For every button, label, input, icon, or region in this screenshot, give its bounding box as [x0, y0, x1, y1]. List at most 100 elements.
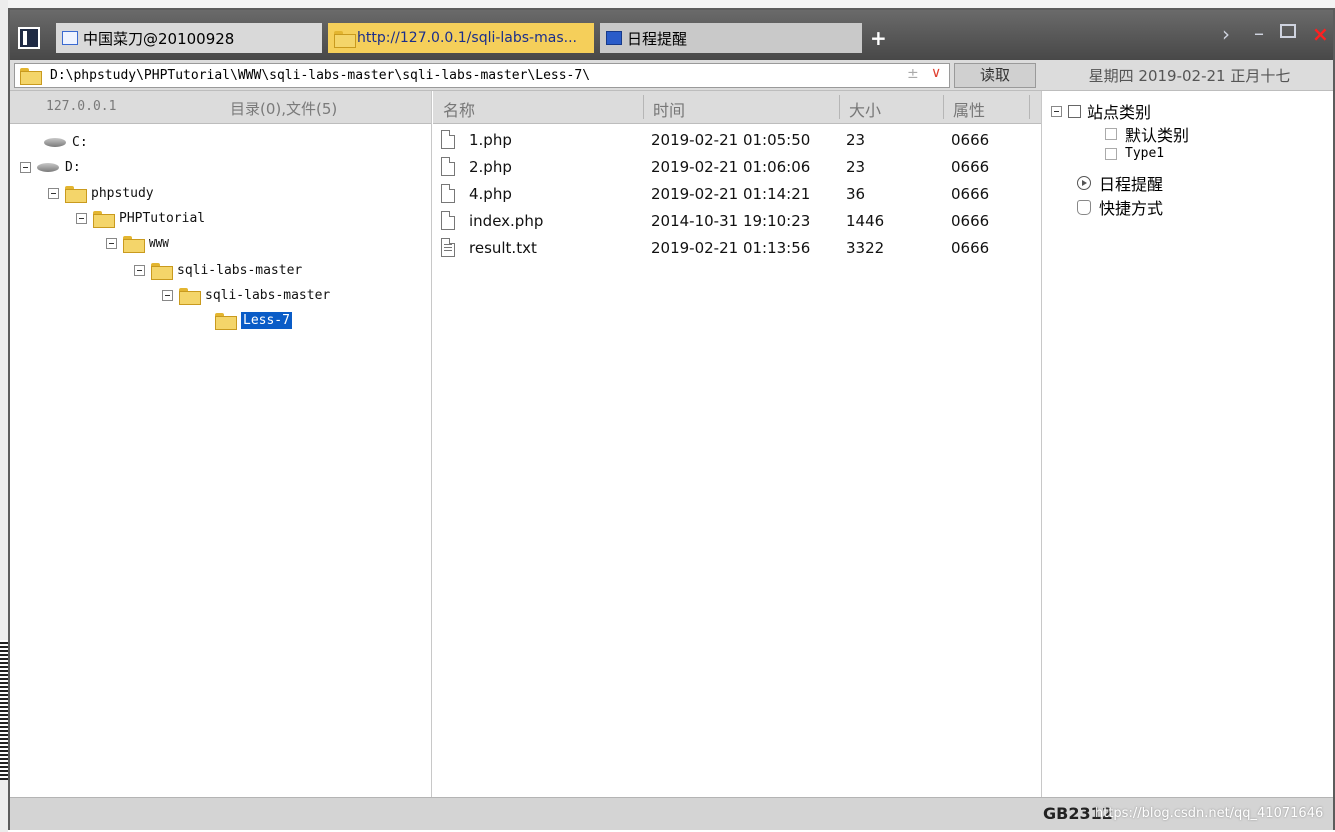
plus-minus-icon[interactable]: ±	[907, 66, 919, 82]
next-tab-icon[interactable]: ›	[1222, 23, 1230, 45]
column-size[interactable]: 大小	[849, 97, 881, 121]
tree-node-site-category[interactable]: 站点类别	[1051, 99, 1151, 123]
tree-node-sqli-labs-master[interactable]: sqli-labs-master	[134, 260, 302, 280]
drive-icon	[37, 162, 59, 172]
file-attr: 0666	[951, 185, 990, 203]
file-attr: 0666	[951, 131, 990, 149]
tab-chopper[interactable]: 中国菜刀@20100928	[56, 23, 322, 53]
column-separator[interactable]	[643, 95, 644, 119]
background-fragment	[0, 640, 8, 780]
drive-icon	[44, 137, 66, 147]
file-name: index.php	[469, 212, 544, 230]
tree-node-label: PHPTutorial	[119, 210, 206, 226]
tree-node-label: phpstudy	[91, 185, 154, 201]
tab-label: 日程提醒	[627, 29, 688, 48]
tree-node-c-drive[interactable]: C:	[44, 132, 88, 152]
tab-schedule[interactable]: 日程提醒	[600, 23, 862, 53]
tab-label: http://127.0.0.1/sqli-labs-mas...	[357, 30, 577, 46]
tree-node-less-7[interactable]: Less-7	[215, 310, 292, 330]
tree-node-schedule[interactable]: 日程提醒	[1077, 171, 1163, 195]
site-category-pane: 站点类别 默认类别 Type1 日程提醒 快捷方式	[1043, 91, 1333, 797]
collapse-icon[interactable]	[20, 161, 31, 173]
file-row[interactable]: 1.php 2019-02-21 01:05:50 23 0666	[433, 128, 1042, 155]
file-name: 2.php	[469, 158, 512, 176]
folder-icon	[65, 185, 87, 203]
address-row: D:\phpstudy\PHPTutorial\WWW\sqli-labs-ma…	[10, 60, 1333, 91]
dropdown-caret-icon[interactable]: ∨	[931, 65, 941, 81]
tree-node-type1[interactable]: Type1	[1105, 146, 1164, 161]
folder-icon	[20, 68, 42, 85]
tab-url[interactable]: http://127.0.0.1/sqli-labs-mas...	[328, 23, 594, 53]
calendar-icon	[606, 31, 622, 45]
tree-node-default-category[interactable]: 默认类别	[1105, 122, 1189, 146]
file-icon	[441, 211, 455, 230]
collapse-icon[interactable]	[134, 264, 145, 276]
file-name: 4.php	[469, 185, 512, 203]
file-time: 2019-02-21 01:06:06	[651, 158, 811, 176]
collapse-icon[interactable]	[106, 237, 117, 249]
tree-node-label: sqli-labs-master	[205, 287, 331, 303]
folder-icon	[179, 287, 201, 305]
sidebar-toggle-icon[interactable]	[18, 27, 40, 49]
tree-node-phpstudy[interactable]: phpstudy	[48, 183, 154, 203]
folder-icon	[123, 235, 145, 253]
path-input[interactable]: D:\phpstudy\PHPTutorial\WWW\sqli-labs-ma…	[14, 63, 950, 88]
file-row[interactable]: result.txt 2019-02-21 01:13:56 3322 0666	[433, 236, 1042, 263]
collapse-icon[interactable]	[1051, 105, 1062, 117]
background-browser-strip	[0, 0, 1335, 8]
collapse-icon[interactable]	[162, 289, 173, 301]
tree-node-label: C:	[72, 134, 88, 150]
category-item-icon	[1105, 128, 1117, 140]
category-label: 默认类别	[1125, 126, 1190, 145]
file-attr: 0666	[951, 212, 990, 230]
file-name: result.txt	[469, 239, 537, 257]
file-size: 3322	[846, 239, 885, 257]
watermark-text: https://blog.csdn.net/qq_41071646	[1095, 806, 1324, 821]
date-display: 星期四 2019-02-21 正月十七	[1088, 67, 1291, 85]
file-list-header: 名称 时间 大小 属性	[433, 91, 1041, 124]
column-separator[interactable]	[943, 95, 944, 119]
tree-node-shortcuts[interactable]: 快捷方式	[1077, 195, 1163, 219]
minimize-button[interactable]: –	[1254, 22, 1264, 44]
file-row[interactable]: 2.php 2019-02-21 01:06:06 23 0666	[433, 155, 1042, 182]
file-time: 2014-10-31 19:10:23	[651, 212, 811, 230]
file-time: 2019-02-21 01:05:50	[651, 131, 811, 149]
read-button[interactable]: 读取	[954, 63, 1036, 88]
maximize-button[interactable]	[1280, 24, 1296, 38]
tree-node-phptutorial[interactable]: PHPTutorial	[76, 208, 205, 228]
tree-node-label: D:	[65, 159, 81, 175]
window-icon	[62, 31, 78, 45]
column-time[interactable]: 时间	[653, 97, 685, 121]
new-tab-button[interactable]: +	[870, 28, 887, 48]
column-attr[interactable]: 属性	[953, 97, 985, 121]
close-button[interactable]: ×	[1312, 23, 1329, 45]
column-name[interactable]: 名称	[443, 97, 475, 121]
file-name: 1.php	[469, 131, 512, 149]
tree-node-www[interactable]: WWW	[106, 233, 169, 253]
folder-icon	[334, 31, 356, 48]
collapse-icon[interactable]	[76, 212, 87, 224]
collapse-icon[interactable]	[48, 187, 59, 199]
tab-bar: 中国菜刀@20100928 http://127.0.0.1/sqli-labs…	[10, 10, 1333, 60]
tree-header: 127.0.0.1 目录(0),文件(5)	[10, 91, 431, 124]
category-item-icon	[1105, 147, 1117, 160]
tree-node-sqli-labs-master-inner[interactable]: sqli-labs-master	[162, 285, 330, 305]
file-row[interactable]: index.php 2014-10-31 19:10:23 1446 0666	[433, 209, 1042, 236]
category-label: Type1	[1125, 146, 1165, 161]
file-row[interactable]: 4.php 2019-02-21 01:14:21 36 0666	[433, 182, 1042, 209]
column-separator[interactable]	[1029, 95, 1030, 119]
column-separator[interactable]	[839, 95, 840, 119]
file-size: 23	[846, 131, 866, 149]
folder-icon	[93, 210, 115, 228]
open-folder-icon	[215, 312, 237, 330]
schedule-label: 日程提醒	[1099, 175, 1164, 194]
tree-node-d-drive[interactable]: D:	[20, 157, 81, 177]
play-circle-icon	[1077, 176, 1091, 190]
file-icon	[441, 157, 455, 176]
tree-node-label: WWW	[149, 236, 169, 250]
text-file-icon	[441, 238, 455, 257]
file-size: 1446	[846, 212, 885, 230]
file-list-pane: 名称 时间 大小 属性 1.php 2019-02-21 01:05:50 23…	[433, 91, 1042, 797]
tree-node-label: sqli-labs-master	[177, 262, 303, 278]
file-icon	[441, 184, 455, 203]
